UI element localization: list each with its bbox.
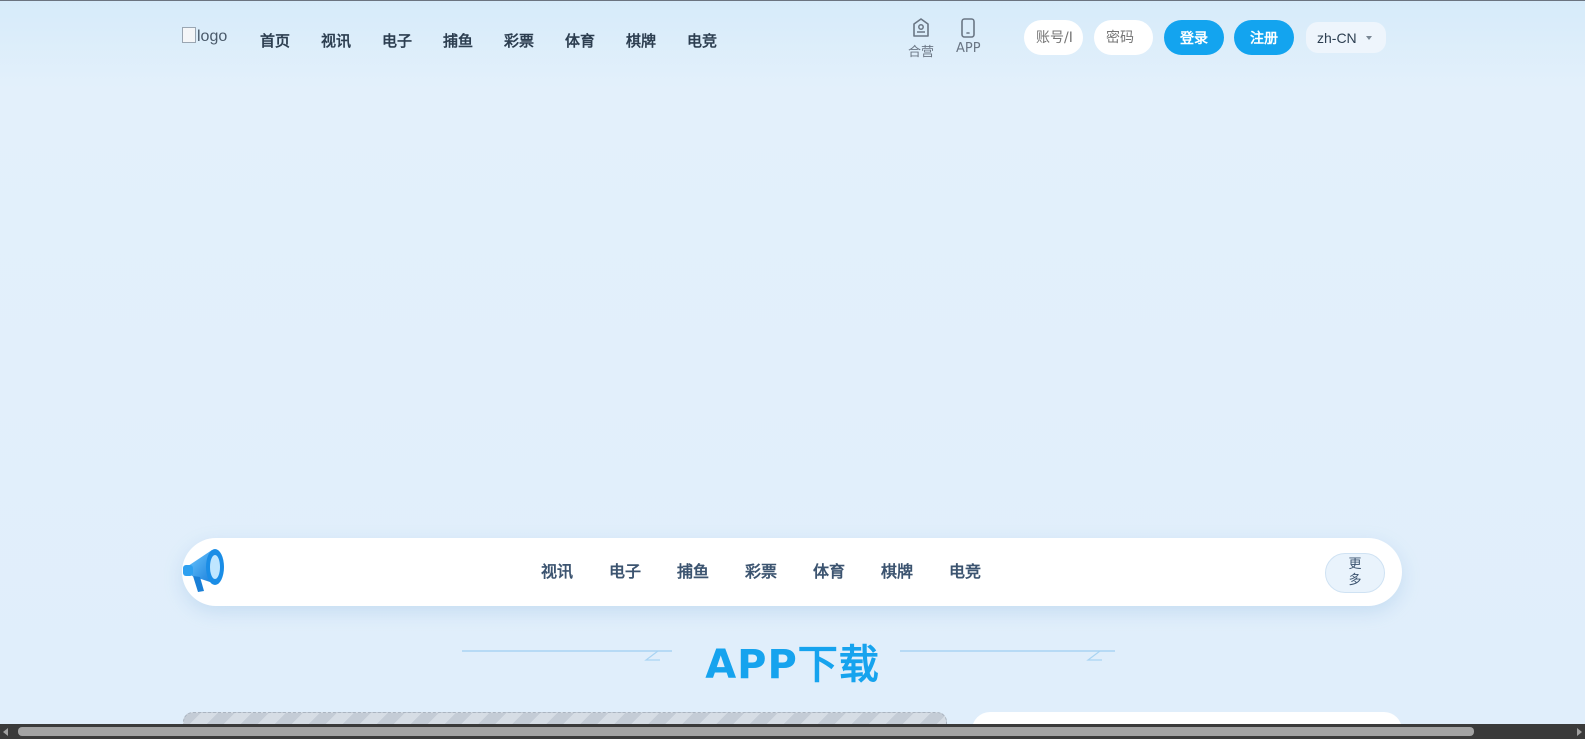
app-link[interactable]: APP bbox=[956, 18, 981, 56]
nav-item-fishing[interactable]: 捕鱼 bbox=[443, 30, 504, 51]
notice-link-esports[interactable]: 电竞 bbox=[949, 558, 1017, 582]
notice-link-cards[interactable]: 棋牌 bbox=[881, 558, 949, 582]
title-decoration-right bbox=[900, 650, 1115, 661]
phone-icon bbox=[961, 18, 976, 38]
notice-link-lottery[interactable]: 彩票 bbox=[745, 558, 813, 582]
main-nav: 首页 视讯 电子 捕鱼 彩票 体育 棋牌 电竞 bbox=[260, 30, 748, 51]
site-header: logo 首页 视讯 电子 捕鱼 彩票 体育 棋牌 电竞 合营 APP 登录 注… bbox=[0, 0, 1585, 80]
section-title: APP下载 bbox=[705, 642, 880, 688]
account-input[interactable] bbox=[1024, 20, 1083, 55]
notice-link-fishing[interactable]: 捕鱼 bbox=[677, 558, 745, 582]
nav-item-home[interactable]: 首页 bbox=[260, 30, 321, 51]
app-label: APP bbox=[956, 41, 981, 56]
horizontal-scrollbar[interactable] bbox=[0, 724, 1585, 739]
tag-icon bbox=[913, 18, 929, 37]
language-select[interactable]: zh-CN bbox=[1306, 22, 1386, 53]
logo-alt-text: logo bbox=[197, 28, 228, 45]
broken-image-icon bbox=[182, 27, 196, 43]
notice-link-slots[interactable]: 电子 bbox=[609, 558, 677, 582]
language-value: zh-CN bbox=[1317, 29, 1357, 46]
notice-links: 视讯 电子 捕鱼 彩票 体育 棋牌 电竞 bbox=[541, 558, 1017, 582]
chevron-down-icon bbox=[1366, 36, 1372, 40]
nav-item-slots[interactable]: 电子 bbox=[382, 30, 443, 51]
nav-item-lottery[interactable]: 彩票 bbox=[504, 30, 565, 51]
megaphone-icon bbox=[183, 549, 224, 592]
partner-link[interactable]: 合营 bbox=[908, 18, 934, 60]
nav-item-esports[interactable]: 电竞 bbox=[687, 30, 748, 51]
notice-bar: 视讯 电子 捕鱼 彩票 体育 棋牌 电竞 更多 bbox=[182, 538, 1402, 606]
register-button[interactable]: 注册 bbox=[1234, 20, 1294, 55]
scrollbar-thumb[interactable] bbox=[18, 727, 1474, 736]
nav-item-sports[interactable]: 体育 bbox=[565, 30, 626, 51]
nav-item-cards[interactable]: 棋牌 bbox=[626, 30, 687, 51]
notice-link-sports[interactable]: 体育 bbox=[813, 558, 881, 582]
section-title-wrap: APP下载 bbox=[0, 632, 1585, 690]
scroll-right-icon[interactable] bbox=[1577, 728, 1582, 736]
notice-link-live[interactable]: 视讯 bbox=[541, 558, 609, 582]
more-button[interactable]: 更多 bbox=[1325, 553, 1385, 593]
scroll-left-icon[interactable] bbox=[3, 728, 8, 736]
partner-label: 合营 bbox=[908, 45, 935, 60]
password-input[interactable] bbox=[1094, 20, 1153, 55]
login-button[interactable]: 登录 bbox=[1164, 20, 1224, 55]
logo[interactable]: logo bbox=[182, 27, 228, 46]
nav-item-live[interactable]: 视讯 bbox=[321, 30, 382, 51]
